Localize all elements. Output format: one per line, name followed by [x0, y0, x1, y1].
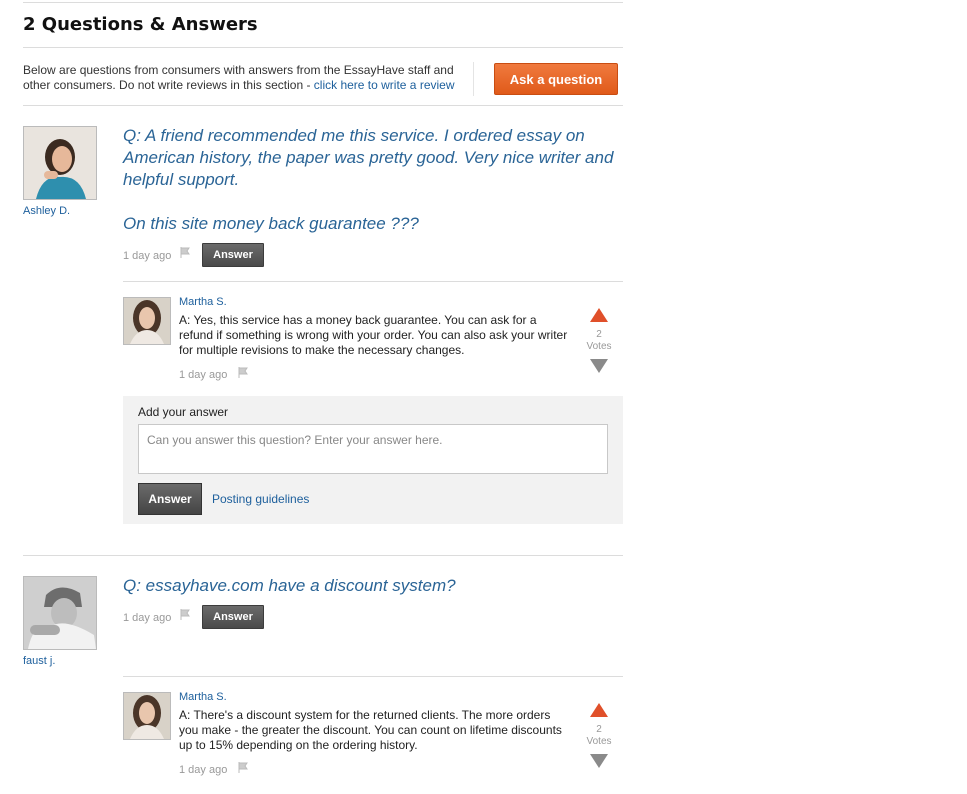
- question-text: Q: A friend recommended me this service.…: [123, 126, 614, 189]
- question-divider: [23, 555, 623, 556]
- answer-text: A: Yes, this service has a money back gu…: [179, 313, 568, 357]
- question-text-line2: On this site money back guarantee ???: [123, 214, 419, 233]
- vote-count: 2: [596, 724, 602, 735]
- top-divider: [23, 2, 623, 3]
- answer-divider: [123, 676, 623, 677]
- question-time: 1 day ago: [123, 612, 172, 624]
- section-title: 2 Questions & Answers: [23, 14, 258, 35]
- vote-up-icon[interactable]: [590, 308, 608, 322]
- question-user-name[interactable]: faust j.: [23, 655, 55, 667]
- answer-time: 1 day ago: [179, 369, 228, 381]
- answer-input[interactable]: [138, 424, 608, 474]
- question-user-name[interactable]: Ashley D.: [23, 205, 70, 217]
- add-answer-label: Add your answer: [138, 405, 229, 419]
- answer-button[interactable]: Answer: [202, 605, 264, 629]
- flag-icon[interactable]: [238, 367, 248, 378]
- votes-label: Votes: [586, 736, 612, 747]
- answer-avatar[interactable]: [123, 692, 171, 740]
- votes-label: Votes: [586, 341, 612, 352]
- flag-icon[interactable]: [180, 247, 190, 258]
- question-time: 1 day ago: [123, 250, 172, 262]
- intro-text: Below are questions from consumers with …: [23, 63, 473, 93]
- posting-guidelines-link[interactable]: Posting guidelines: [212, 492, 309, 506]
- user-photo-icon: [24, 577, 96, 649]
- vote-up-icon[interactable]: [590, 703, 608, 717]
- vertical-divider: [473, 62, 474, 96]
- answer-user-name[interactable]: Martha S.: [179, 691, 227, 703]
- user-photo-icon: [124, 298, 170, 344]
- answer-divider: [123, 281, 623, 282]
- answer-user-name[interactable]: Martha S.: [179, 296, 227, 308]
- user-photo-icon: [124, 693, 170, 739]
- ask-question-button[interactable]: Ask a question: [494, 63, 618, 95]
- answer-time: 1 day ago: [179, 764, 228, 776]
- vote-down-icon[interactable]: [590, 754, 608, 768]
- avatar[interactable]: [23, 126, 97, 200]
- avatar[interactable]: [23, 576, 97, 650]
- write-review-link[interactable]: click here to write a review: [314, 78, 455, 92]
- header-divider: [23, 47, 623, 48]
- vote-down-icon[interactable]: [590, 359, 608, 373]
- user-photo-icon: [24, 127, 96, 199]
- answer-text: A: There's a discount system for the ret…: [179, 708, 562, 752]
- answer-button[interactable]: Answer: [202, 243, 264, 267]
- intro-divider: [23, 105, 623, 106]
- question-text: Q: essayhave.com have a discount system?: [123, 576, 456, 595]
- flag-icon[interactable]: [180, 609, 190, 620]
- vote-count: 2: [596, 329, 602, 340]
- flag-icon[interactable]: [238, 762, 248, 773]
- answer-avatar[interactable]: [123, 297, 171, 345]
- submit-answer-button[interactable]: Answer: [138, 483, 202, 515]
